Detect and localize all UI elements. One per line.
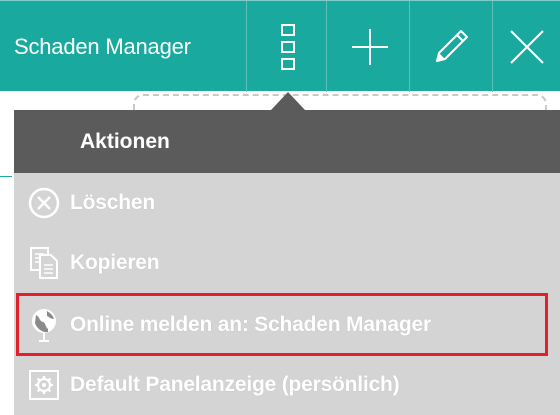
add-button[interactable]	[342, 1, 398, 92]
menu-item-label: Kopieren	[70, 251, 160, 274]
highlight-frame	[16, 293, 548, 356]
menu-item-label: Löschen	[70, 191, 155, 214]
close-button[interactable]	[499, 1, 555, 92]
grid-menu-icon	[281, 23, 295, 70]
divider	[0, 176, 12, 177]
dropdown-caret	[271, 92, 305, 110]
top-toolbar: Schaden Manager	[0, 0, 560, 92]
delete-circle-icon	[26, 185, 62, 221]
menu-item-label: Default Panelanzeige (persönlich)	[70, 373, 400, 396]
copy-icon	[26, 245, 62, 281]
toolbar-separator	[326, 1, 327, 92]
plus-icon	[352, 28, 388, 65]
app-title: Schaden Manager	[14, 34, 191, 59]
menu-item-kopieren[interactable]: Kopieren	[14, 233, 560, 293]
menu-item-default-panelanzeige[interactable]: Default Panelanzeige (persönlich)	[14, 355, 560, 415]
actions-dropdown-menu: Aktionen Löschen Kopieren Online melden …	[14, 110, 560, 415]
menu-header: Aktionen	[14, 110, 560, 173]
actions-menu-button[interactable]	[261, 1, 317, 92]
toolbar-separator	[246, 1, 247, 92]
settings-gear-icon	[26, 367, 62, 403]
edit-button[interactable]	[423, 1, 479, 92]
toolbar-separator	[409, 1, 410, 92]
close-icon	[510, 29, 544, 64]
toolbar-separator	[492, 1, 493, 92]
pencil-icon	[436, 29, 468, 62]
menu-item-loeschen[interactable]: Löschen	[14, 173, 560, 233]
